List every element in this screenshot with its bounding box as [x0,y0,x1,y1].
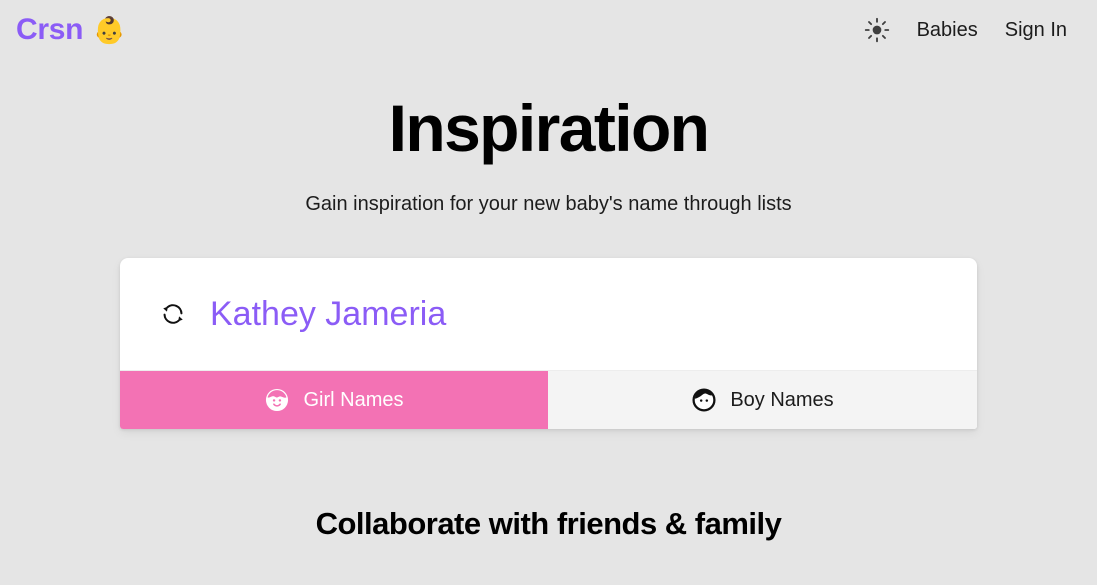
hero-section: Inspiration Gain inspiration for your ne… [0,91,1097,216]
baby-emoji: 👶 [93,15,126,45]
sun-icon [864,17,889,43]
nav-link-sign-in[interactable]: Sign In [1005,20,1067,40]
card-body: Kathey Jameria [120,258,977,372]
name-inspiration-card: Kathey Jameria Girl Names Boy Names [120,258,977,430]
brand-name: Crsn [16,13,84,46]
brand-logo[interactable]: Crsn 👶 [16,15,126,45]
tab-boy-names-label: Boy Names [730,389,834,412]
navbar: Crsn 👶 Babies Sign In [0,0,1097,60]
collaborate-heading: Collaborate with friends & family [315,506,782,542]
generated-name[interactable]: Kathey Jameria [210,297,446,331]
nav-link-babies[interactable]: Babies [917,20,978,40]
nav-links: Babies Sign In [864,17,1067,43]
girl-face-icon [266,389,289,412]
page-subtitle: Gain inspiration for your new baby's nam… [305,193,792,216]
refresh-button[interactable] [159,300,187,328]
page-title: Inspiration [388,91,710,165]
tab-boy-names[interactable]: Boy Names [548,371,977,430]
boy-face-icon [692,388,716,412]
theme-toggle-button[interactable] [864,17,890,43]
refresh-icon [163,304,183,325]
tab-girl-names[interactable]: Girl Names [120,371,548,430]
tab-girl-names-label: Girl Names [303,389,404,412]
name-gender-tabs: Girl Names Boy Names [120,371,977,430]
